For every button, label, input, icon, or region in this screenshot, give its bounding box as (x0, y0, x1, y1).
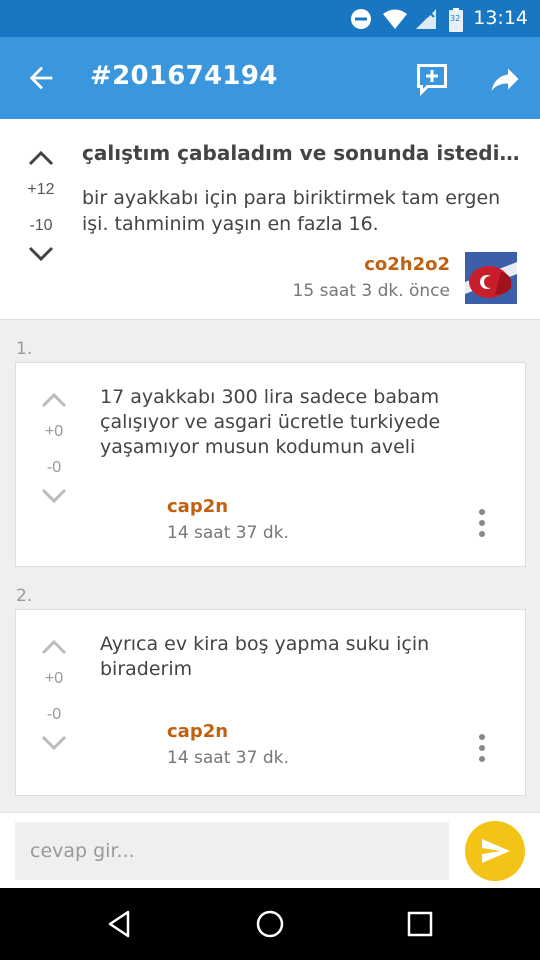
entry-card: +12 -10 çalıştım çabaladım ve sonunda is… (0, 119, 540, 320)
battery-level: 32 (450, 14, 461, 23)
comment-vote-panel: +0 -0 (34, 391, 74, 505)
comment-downvotes: -0 (46, 459, 62, 476)
more-vert-icon[interactable] (474, 508, 490, 538)
entry-body: bir ayakkabı için para biriktirmek tam e… (82, 187, 501, 235)
comment-card: +0 -0 17 ayakkabı 300 lira sadece babam … (15, 362, 526, 567)
downvote-icon[interactable] (27, 245, 55, 263)
comment-text: Ayrıca ev kira boş yapma suku için birad… (100, 633, 430, 680)
add-comment-icon[interactable] (414, 61, 450, 97)
comment-upvotes: +0 (44, 670, 64, 687)
comment-author[interactable]: cap2n (167, 496, 228, 517)
downvote-icon[interactable] (40, 734, 68, 752)
reply-bar (0, 812, 540, 889)
status-bar: 32 13:14 (0, 0, 540, 37)
comment-vote-panel: +0 -0 (34, 638, 74, 752)
page-title: #201674194 (90, 61, 278, 91)
comment-text: 17 ayakkabı 300 lira sadece babam çalışı… (100, 386, 441, 458)
battery-icon: 32 (449, 8, 463, 32)
navigation-bar (0, 888, 540, 960)
status-time: 13:14 (473, 7, 528, 29)
share-icon[interactable] (487, 61, 523, 97)
comment-time: 14 saat 37 dk. (167, 748, 289, 768)
entry-title: çalıştım çabaladım ve sonunda istediğim … (82, 141, 522, 165)
entry-vote-panel: +12 -10 (20, 149, 62, 263)
nav-home-icon[interactable] (254, 908, 286, 940)
back-arrow-icon[interactable] (24, 61, 58, 95)
nav-recents-icon[interactable] (404, 908, 436, 940)
upvote-icon[interactable] (27, 149, 55, 167)
entry-downvotes: -10 (29, 217, 53, 234)
comment-time: 14 saat 37 dk. (167, 523, 289, 543)
comment-number: 1. (16, 339, 33, 359)
entry-time: 15 saat 3 dk. önce (292, 281, 450, 301)
downvote-icon[interactable] (40, 487, 68, 505)
dnd-icon (351, 9, 371, 29)
more-vert-icon[interactable] (474, 733, 490, 763)
nav-back-icon[interactable] (104, 908, 136, 940)
signal-icon (416, 9, 436, 29)
reply-input[interactable] (15, 822, 449, 880)
send-icon (482, 839, 510, 863)
comment-upvotes: +0 (44, 423, 64, 440)
comment-author[interactable]: cap2n (167, 721, 228, 742)
entry-author[interactable]: co2h2o2 (364, 254, 450, 275)
entry-upvotes: +12 (27, 181, 55, 198)
app-bar: #201674194 (0, 37, 540, 119)
comment-card: +0 -0 Ayrıca ev kira boş yapma suku için… (15, 609, 526, 796)
upvote-icon[interactable] (40, 638, 68, 656)
upvote-icon[interactable] (40, 391, 68, 409)
comment-number: 2. (16, 586, 33, 606)
comment-downvotes: -0 (46, 706, 62, 723)
send-button[interactable] (465, 821, 525, 881)
author-avatar[interactable] (465, 252, 517, 304)
wifi-icon (383, 9, 407, 29)
